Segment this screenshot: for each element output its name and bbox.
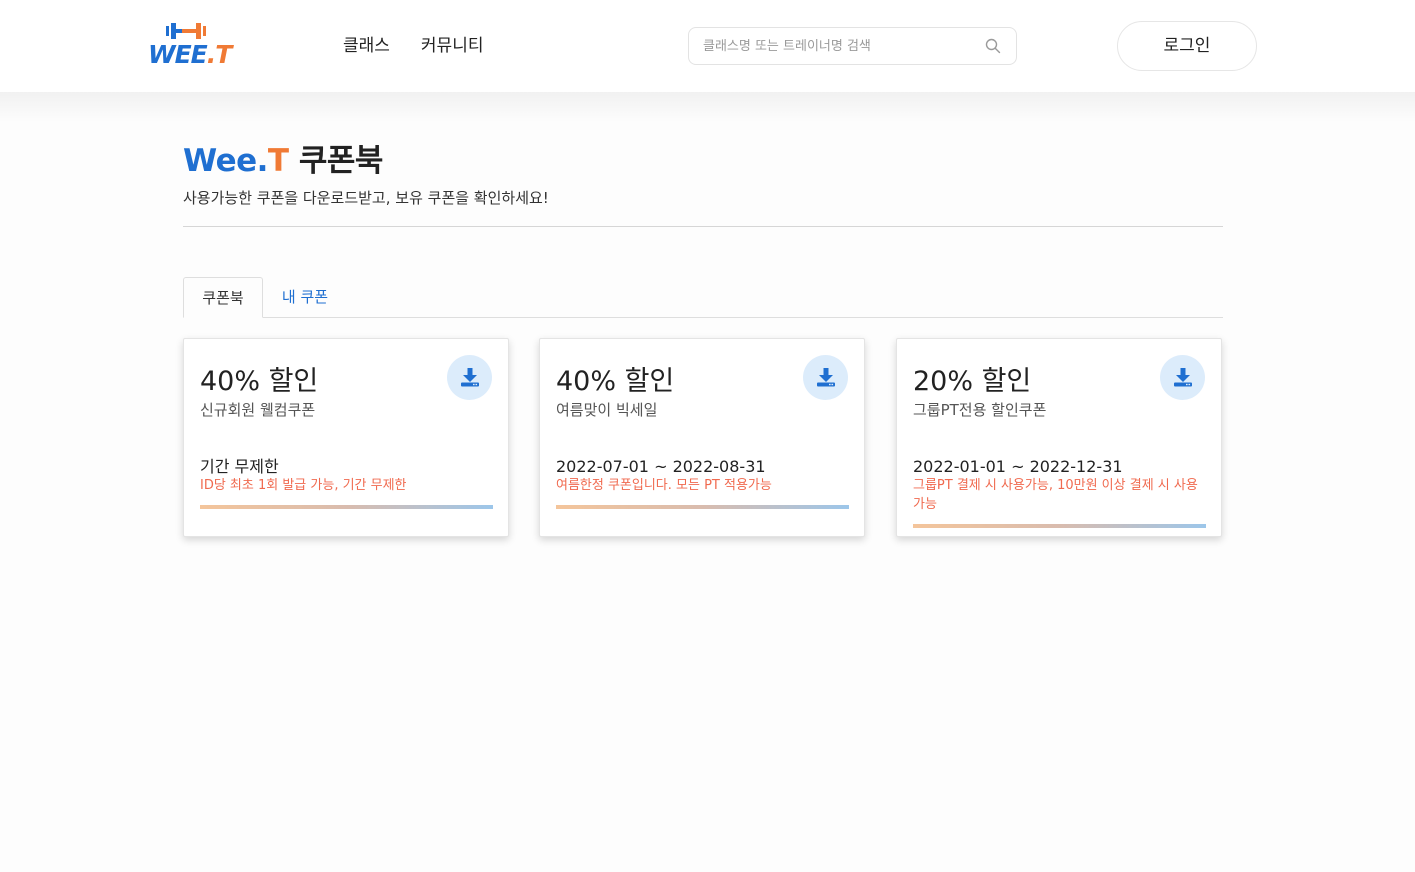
coupon-description: 그룹PT 결제 시 사용가능, 10만원 이상 결제 시 사용가능: [913, 478, 1198, 512]
dumbbell-icon: [166, 23, 206, 39]
coupon-bar: [200, 505, 493, 509]
header-shadow: [0, 92, 1415, 122]
download-icon: [1174, 368, 1192, 387]
coupon-description: ID당 최초 1회 발급 가능, 기간 무제한: [200, 478, 407, 493]
page-title: Wee.T 쿠폰북: [183, 143, 383, 179]
coupon-name: 여름맞이 빅세일: [556, 401, 658, 419]
coupon-description: 여름한정 쿠폰입니다. 모든 PT 적용가능: [556, 478, 772, 493]
header: WEE.T 클래스 커뮤니티 로그인: [0, 0, 1415, 92]
nav-community[interactable]: 커뮤니티: [421, 34, 484, 58]
coupon-name: 신규회원 웰컴쿠폰: [200, 401, 316, 419]
nav-class[interactable]: 클래스: [343, 34, 390, 58]
coupon-card: 40% 할인 신규회원 웰컴쿠폰 기간 무제한 ID당 최초 1회 발급 가능,…: [183, 338, 509, 537]
search-box: [688, 27, 1017, 65]
coupon-discount: 40% 할인: [556, 366, 675, 397]
tab-couponbook[interactable]: 쿠폰북: [183, 277, 263, 318]
tab-my-coupons[interactable]: 내 쿠폰: [263, 277, 347, 318]
download-icon: [817, 368, 835, 387]
coupon-period: 기간 무제한: [200, 457, 279, 476]
download-button[interactable]: [447, 355, 492, 400]
coupon-period: 2022-07-01 ~ 2022-08-31: [556, 457, 766, 476]
coupon-card: 40% 할인 여름맞이 빅세일 2022-07-01 ~ 2022-08-31 …: [539, 338, 865, 537]
coupon-bar: [556, 505, 849, 509]
logo[interactable]: WEE.T: [148, 22, 232, 70]
main-nav: 클래스 커뮤니티: [343, 34, 483, 58]
download-icon: [461, 368, 479, 387]
logo-text: WEE.T: [148, 40, 232, 69]
download-button[interactable]: [1160, 355, 1205, 400]
search-icon[interactable]: [985, 38, 1001, 54]
download-button[interactable]: [803, 355, 848, 400]
coupon-discount: 20% 할인: [913, 366, 1032, 397]
coupon-period: 2022-01-01 ~ 2022-12-31: [913, 457, 1123, 476]
coupon-card: 20% 할인 그룹PT전용 할인쿠폰 2022-01-01 ~ 2022-12-…: [896, 338, 1222, 537]
divider: [183, 226, 1223, 227]
coupon-bar: [913, 524, 1206, 528]
coupon-discount: 40% 할인: [200, 366, 319, 397]
search-input[interactable]: [703, 36, 973, 56]
page-subtitle: 사용가능한 쿠폰을 다운로드받고, 보유 쿠폰을 확인하세요!: [183, 189, 549, 207]
coupon-name: 그룹PT전용 할인쿠폰: [913, 401, 1047, 419]
login-button[interactable]: 로그인: [1117, 21, 1257, 71]
